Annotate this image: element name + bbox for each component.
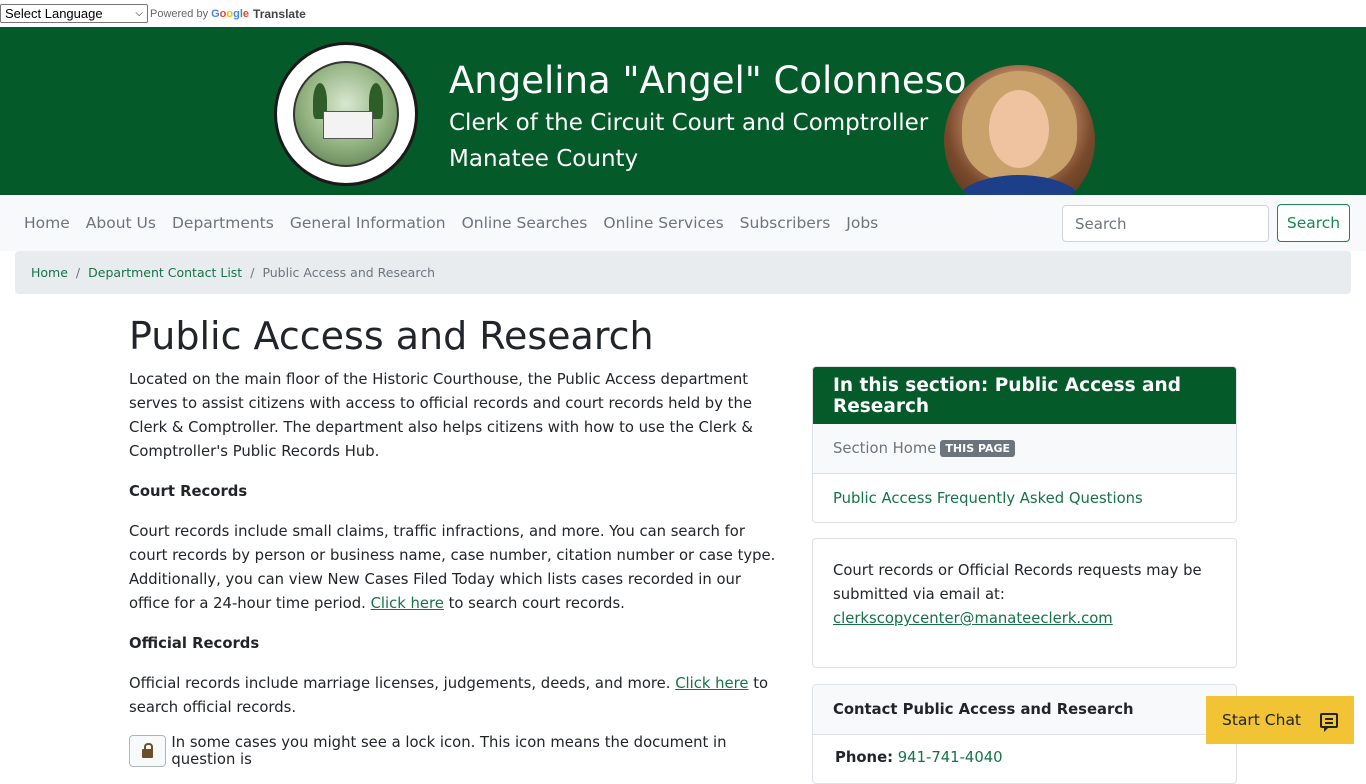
- main-content: Public Access and Research Located on th…: [129, 310, 784, 768]
- nav-general-information[interactable]: General Information: [282, 214, 454, 232]
- search-input[interactable]: Search: [1062, 205, 1269, 242]
- email-link[interactable]: clerkscopycenter@manateeclerk.com: [833, 610, 1113, 627]
- this-page-badge: THIS PAGE: [940, 440, 1016, 457]
- intro-paragraph: Located on the main floor of the Histori…: [129, 371, 753, 460]
- court-records-link[interactable]: Click here: [371, 595, 444, 612]
- section-home-item[interactable]: Section Home THIS PAGE: [813, 424, 1236, 473]
- faq-item[interactable]: Public Access Frequently Asked Questions: [813, 473, 1236, 522]
- email-request-card: Court records or Official Records reques…: [812, 538, 1237, 668]
- phone-link[interactable]: 941-741-4040: [898, 749, 1003, 766]
- site-header: Angelina "Angel" Colonneso Clerk of the …: [0, 27, 1366, 216]
- chat-icon: [1320, 712, 1338, 732]
- court-records-heading: Court Records: [129, 483, 248, 500]
- nav-online-services[interactable]: Online Services: [595, 214, 731, 232]
- clerk-portrait: [944, 65, 1095, 216]
- clerk-seal-logo[interactable]: [274, 42, 418, 186]
- nav-online-searches[interactable]: Online Searches: [454, 214, 596, 232]
- nav-about-us[interactable]: About Us: [78, 214, 164, 232]
- lock-note-text: In some cases you might see a lock icon.…: [171, 734, 727, 768]
- chevron-down-icon: ⌵: [135, 8, 143, 19]
- google-logo: Google: [211, 7, 250, 20]
- start-chat-button[interactable]: Start Chat: [1206, 696, 1354, 744]
- section-home-label: Section Home: [833, 440, 937, 457]
- breadcrumb-separator: /: [75, 265, 81, 280]
- language-select[interactable]: Select Language ⌵: [0, 4, 148, 23]
- clerk-name: Angelina "Angel" Colonneso: [449, 59, 967, 102]
- page-title: Public Access and Research: [129, 314, 654, 358]
- seal-image: [293, 61, 399, 167]
- contact-phone-row: Phone: 941-741-4040: [813, 735, 1236, 780]
- section-nav-card: In this section: Public Access and Resea…: [812, 366, 1237, 523]
- portrait-face: [989, 90, 1049, 168]
- contact-header: Contact Public Access and Research: [813, 685, 1236, 735]
- nav-departments[interactable]: Departments: [164, 214, 282, 232]
- lock-button[interactable]: [129, 735, 167, 767]
- faq-link[interactable]: Public Access Frequently Asked Questions: [833, 490, 1143, 507]
- county-name: Manatee County: [449, 146, 639, 172]
- official-records-text: Official records include marriage licens…: [129, 675, 671, 692]
- translate-link[interactable]: Translate: [253, 7, 306, 21]
- header-text: Angelina "Angel" Colonneso Clerk of the …: [449, 57, 967, 177]
- language-select-value: Select Language: [5, 6, 103, 21]
- lock-icon: [142, 742, 154, 758]
- official-records-link[interactable]: Click here: [675, 675, 748, 692]
- main-navbar: Home About Us Departments General Inform…: [0, 195, 1366, 251]
- nav-jobs[interactable]: Jobs: [838, 214, 886, 232]
- search-button[interactable]: Search: [1277, 204, 1350, 242]
- powered-by-label: Powered by: [150, 7, 209, 20]
- breadcrumb-department-list[interactable]: Department Contact List: [88, 265, 242, 280]
- official-records-paragraph: Official records include marriage licens…: [129, 672, 784, 720]
- nav-subscribers[interactable]: Subscribers: [732, 214, 839, 232]
- breadcrumb-separator: /: [250, 265, 255, 280]
- court-records-paragraph: Court records include small claims, traf…: [129, 520, 784, 616]
- start-chat-label: Start Chat: [1222, 711, 1302, 729]
- court-records-after: to search court records.: [448, 595, 625, 612]
- phone-label: Phone:: [835, 749, 894, 766]
- nav-home[interactable]: Home: [16, 214, 78, 232]
- courthouse-icon: [323, 111, 373, 139]
- translate-bar: Select Language ⌵ Powered by Google Tran…: [0, 0, 1366, 27]
- official-records-heading: Official Records: [129, 635, 260, 652]
- email-request-text: Court records or Official Records reques…: [833, 562, 1202, 603]
- clerk-title: Clerk of the Circuit Court and Comptroll…: [449, 110, 929, 136]
- breadcrumb-current: Public Access and Research: [262, 265, 435, 280]
- search-placeholder: Search: [1075, 214, 1127, 233]
- breadcrumb: Home / Department Contact List / Public …: [15, 251, 1351, 294]
- section-nav-header: In this section: Public Access and Resea…: [813, 367, 1236, 424]
- breadcrumb-home[interactable]: Home: [31, 265, 68, 280]
- contact-card: Contact Public Access and Research Phone…: [812, 684, 1237, 784]
- lock-note: In some cases you might see a lock icon.…: [129, 734, 784, 768]
